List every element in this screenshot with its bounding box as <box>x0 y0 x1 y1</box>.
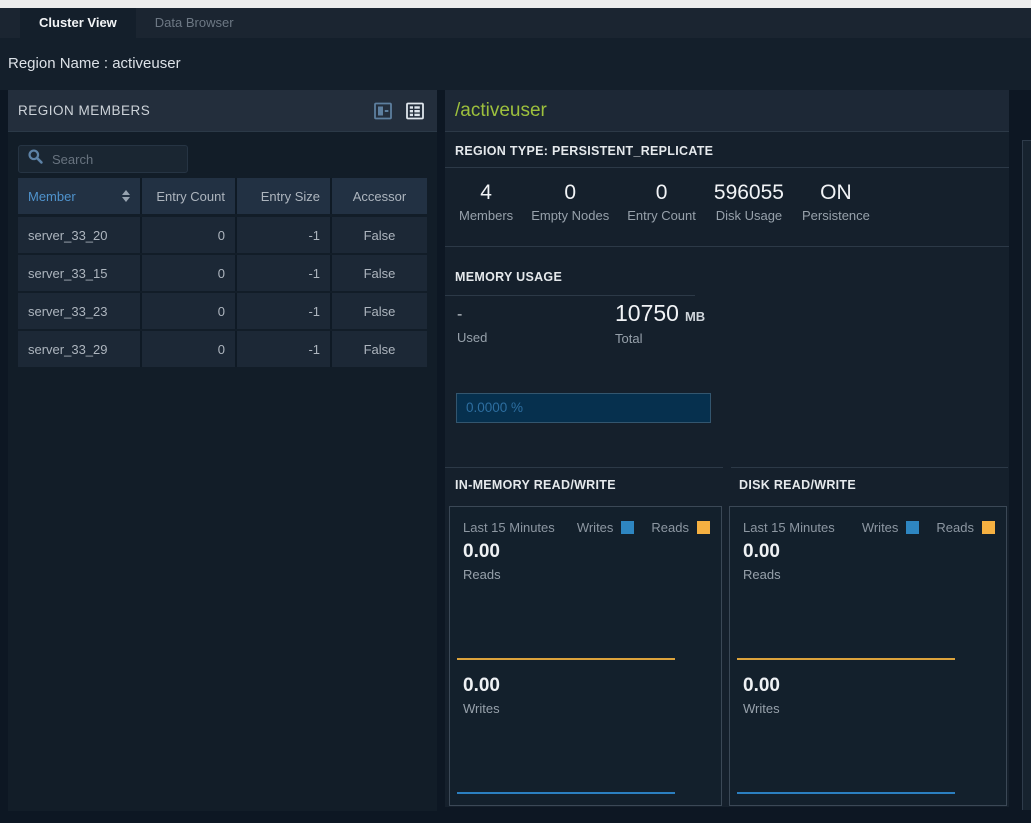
entry-size-cell: -1 <box>237 293 332 329</box>
accessor-cell: False <box>332 255 427 291</box>
writes-legend-label: Writes <box>862 520 899 535</box>
column-header-entry-count[interactable]: Entry Count <box>142 178 237 214</box>
memory-usage-title: MEMORY USAGE <box>455 270 562 284</box>
region-stats-row: 4 Members 0 Empty Nodes 0 Entry Count 59… <box>445 168 1009 247</box>
search-icon <box>27 148 52 170</box>
grid-view-icon[interactable] <box>405 101 425 121</box>
writes-value: 0.00 <box>463 675 500 697</box>
disk-readwrite-section: DISK READ/WRITE Last 15 Minutes Writes R… <box>729 469 1009 492</box>
entry-size-cell: -1 <box>237 217 332 253</box>
time-window-label: Last 15 Minutes <box>463 520 555 535</box>
table-row[interactable]: server_33_15 0 -1 False <box>18 255 427 291</box>
entry-count-cell: 0 <box>142 293 237 329</box>
cutoff-panel-edge <box>1022 140 1031 810</box>
region-members-titlebar: REGION MEMBERS <box>8 90 437 132</box>
chart-legend: Last 15 Minutes Writes Reads <box>463 520 710 535</box>
disk-readwrite-title: DISK READ/WRITE <box>729 469 1009 492</box>
tab-data-browser[interactable]: Data Browser <box>136 8 253 38</box>
members-table-header: Member Entry Count Entry Size Accessor <box>18 178 427 214</box>
column-header-entry-size[interactable]: Entry Size <box>237 178 332 214</box>
reads-legend-label: Reads <box>651 520 689 535</box>
reads-swatch-icon <box>697 521 710 534</box>
memory-used: - Used <box>457 306 487 345</box>
reads-value: 0.00 <box>743 541 780 563</box>
stat-entry-count: 0 Entry Count <box>627 181 696 246</box>
accessor-cell: False <box>332 293 427 329</box>
disk-readwrite-chart: Last 15 Minutes Writes Reads 0.00 Reads … <box>729 506 1007 806</box>
accessor-cell: False <box>332 217 427 253</box>
writes-caption: Writes <box>743 701 780 716</box>
in-memory-readwrite-title: IN-MEMORY READ/WRITE <box>445 469 723 492</box>
writes-sparkline <box>457 792 675 794</box>
table-row[interactable]: server_33_20 0 -1 False <box>18 217 427 253</box>
column-header-accessor[interactable]: Accessor <box>332 178 427 214</box>
memory-usage-section: MEMORY USAGE - Used 10750MB Total 0.0000… <box>445 248 723 468</box>
writes-sparkline <box>737 792 955 794</box>
block-view-icon[interactable] <box>373 101 393 121</box>
member-name-cell[interactable]: server_33_29 <box>18 331 142 367</box>
column-header-member[interactable]: Member <box>18 178 142 214</box>
reads-value: 0.00 <box>463 541 500 563</box>
empty-section <box>731 248 1008 468</box>
entry-size-cell: -1 <box>237 331 332 367</box>
stat-persistence: ON Persistence <box>802 181 870 246</box>
memory-total: 10750MB Total <box>615 300 705 346</box>
region-type-label: REGION TYPE: PERSISTENT_REPLICATE <box>445 132 1009 168</box>
reads-sparkline <box>457 658 675 660</box>
stat-disk-usage: 596055 Disk Usage <box>714 181 784 246</box>
region-detail-panel: /activeuser REGION TYPE: PERSISTENT_REPL… <box>445 90 1009 807</box>
browser-edge-strip <box>0 0 1031 8</box>
region-title: /activeuser <box>445 90 1009 132</box>
region-members-panel: REGION MEMBERS <box>8 90 437 811</box>
memory-usage-progressbar: 0.0000 % <box>456 393 711 423</box>
member-search-box <box>18 145 188 173</box>
time-window-label: Last 15 Minutes <box>743 520 835 535</box>
writes-legend-label: Writes <box>577 520 614 535</box>
in-memory-readwrite-chart: Last 15 Minutes Writes Reads 0.00 Reads … <box>449 506 722 806</box>
table-row[interactable]: server_33_29 0 -1 False <box>18 331 427 367</box>
stat-empty-nodes: 0 Empty Nodes <box>531 181 609 246</box>
writes-swatch-icon <box>621 521 634 534</box>
members-table: Member Entry Count Entry Size Accessor s… <box>18 178 427 369</box>
entry-count-cell: 0 <box>142 217 237 253</box>
sort-icon[interactable] <box>122 190 130 202</box>
page-header: Region Name : activeuser <box>0 38 1031 90</box>
search-input[interactable] <box>52 152 179 167</box>
member-name-cell[interactable]: server_33_23 <box>18 293 142 329</box>
stat-members: 4 Members <box>459 181 513 246</box>
chart-legend: Last 15 Minutes Writes Reads <box>743 520 995 535</box>
member-name-cell[interactable]: server_33_20 <box>18 217 142 253</box>
reads-legend-label: Reads <box>936 520 974 535</box>
table-row[interactable]: server_33_23 0 -1 False <box>18 293 427 329</box>
tab-bar: Cluster View Data Browser <box>0 8 1031 38</box>
reads-swatch-icon <box>982 521 995 534</box>
entry-count-cell: 0 <box>142 255 237 291</box>
reads-sparkline <box>737 658 955 660</box>
entry-count-cell: 0 <box>142 331 237 367</box>
entry-size-cell: -1 <box>237 255 332 291</box>
writes-swatch-icon <box>906 521 919 534</box>
accessor-cell: False <box>332 331 427 367</box>
writes-value: 0.00 <box>743 675 780 697</box>
member-name-cell[interactable]: server_33_15 <box>18 255 142 291</box>
region-members-title: REGION MEMBERS <box>18 103 150 118</box>
in-memory-readwrite-section: IN-MEMORY READ/WRITE Last 15 Minutes Wri… <box>445 469 723 492</box>
tab-cluster-view[interactable]: Cluster View <box>20 8 136 38</box>
writes-caption: Writes <box>463 701 500 716</box>
reads-caption: Reads <box>743 567 781 582</box>
divider <box>445 295 695 296</box>
reads-caption: Reads <box>463 567 501 582</box>
region-name-label: Region Name : activeuser <box>8 55 181 72</box>
